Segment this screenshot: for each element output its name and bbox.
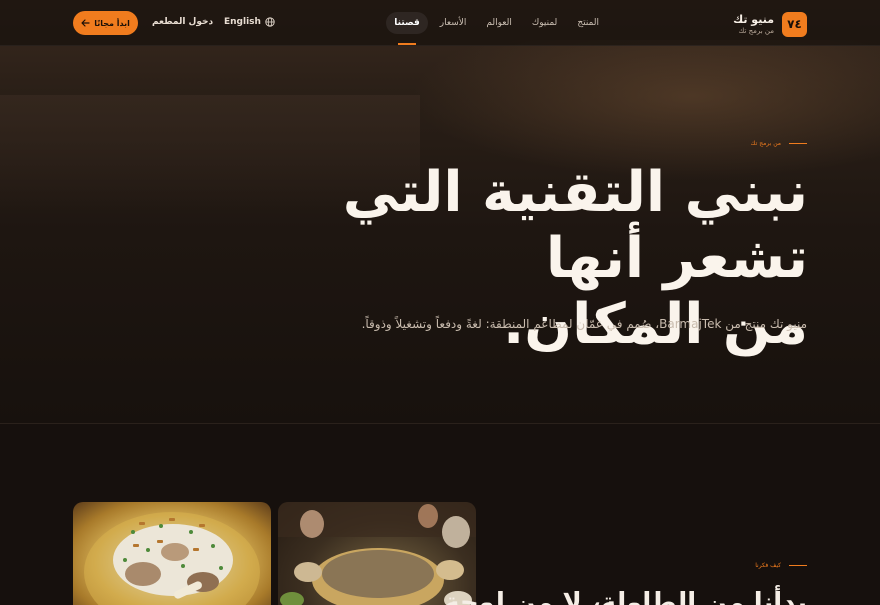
- language-switch[interactable]: English: [224, 17, 275, 27]
- eyebrow-line: [789, 143, 807, 144]
- eyebrow-line: [789, 565, 807, 566]
- hero-subtitle: منيو تك منتج من BarmajTek، صُمم في عمّان…: [361, 317, 807, 331]
- nav-link-pricing[interactable]: الأسعار: [432, 12, 475, 34]
- language-label: English: [224, 17, 261, 27]
- story-eyebrow-text: كيف فكرنا: [755, 562, 781, 569]
- nav-link-our-story[interactable]: قصتنا: [386, 12, 428, 45]
- nav-links: المنتج لمنيوك العوالم الأسعار قصتنا: [386, 12, 607, 45]
- hero-eyebrow-text: من برمج تك: [750, 140, 781, 147]
- brand-tagline: من برمج تك: [738, 26, 774, 35]
- section-divider: [0, 423, 880, 424]
- mansaf-dish-illustration: [84, 512, 260, 605]
- story-eyebrow: كيف فكرنا: [755, 562, 807, 569]
- nav-link-for-your-menu[interactable]: لمنيوك: [524, 12, 565, 34]
- hero-background-image: [410, 40, 880, 180]
- hero-eyebrow: من برمج تك: [751, 140, 807, 147]
- fork-knife-icon: ۷٤: [782, 11, 807, 37]
- nav-link-worlds[interactable]: العوالم: [478, 12, 519, 34]
- start-free-button[interactable]: ابدأ مجانًا: [73, 11, 138, 35]
- nav-link-product[interactable]: المنتج: [569, 12, 607, 34]
- top-navbar: منيو تك من برمج تك ۷٤ المنتج لمنيوك العو…: [0, 0, 880, 46]
- story-section-title: بدأنا من الطاولة، لا من لوحة: [444, 588, 807, 605]
- brand-name: منيو تك: [733, 12, 774, 26]
- mansaf-dish-photo: [73, 502, 271, 605]
- arrow-left-icon: [81, 19, 90, 27]
- globe-icon: [265, 17, 275, 27]
- restaurant-login-link[interactable]: دخول المطعم: [152, 17, 213, 27]
- brand-logo[interactable]: منيو تك من برمج تك ۷٤: [733, 11, 807, 37]
- start-free-label: ابدأ مجانًا: [94, 18, 130, 28]
- brand-text: منيو تك من برمج تك: [733, 13, 774, 36]
- hero-section: منيو تك من برمج تك ۷٤ المنتج لمنيوك العو…: [0, 0, 880, 424]
- hero-headline-line-1: نبني التقنية التي تشعر أنها: [342, 160, 808, 291]
